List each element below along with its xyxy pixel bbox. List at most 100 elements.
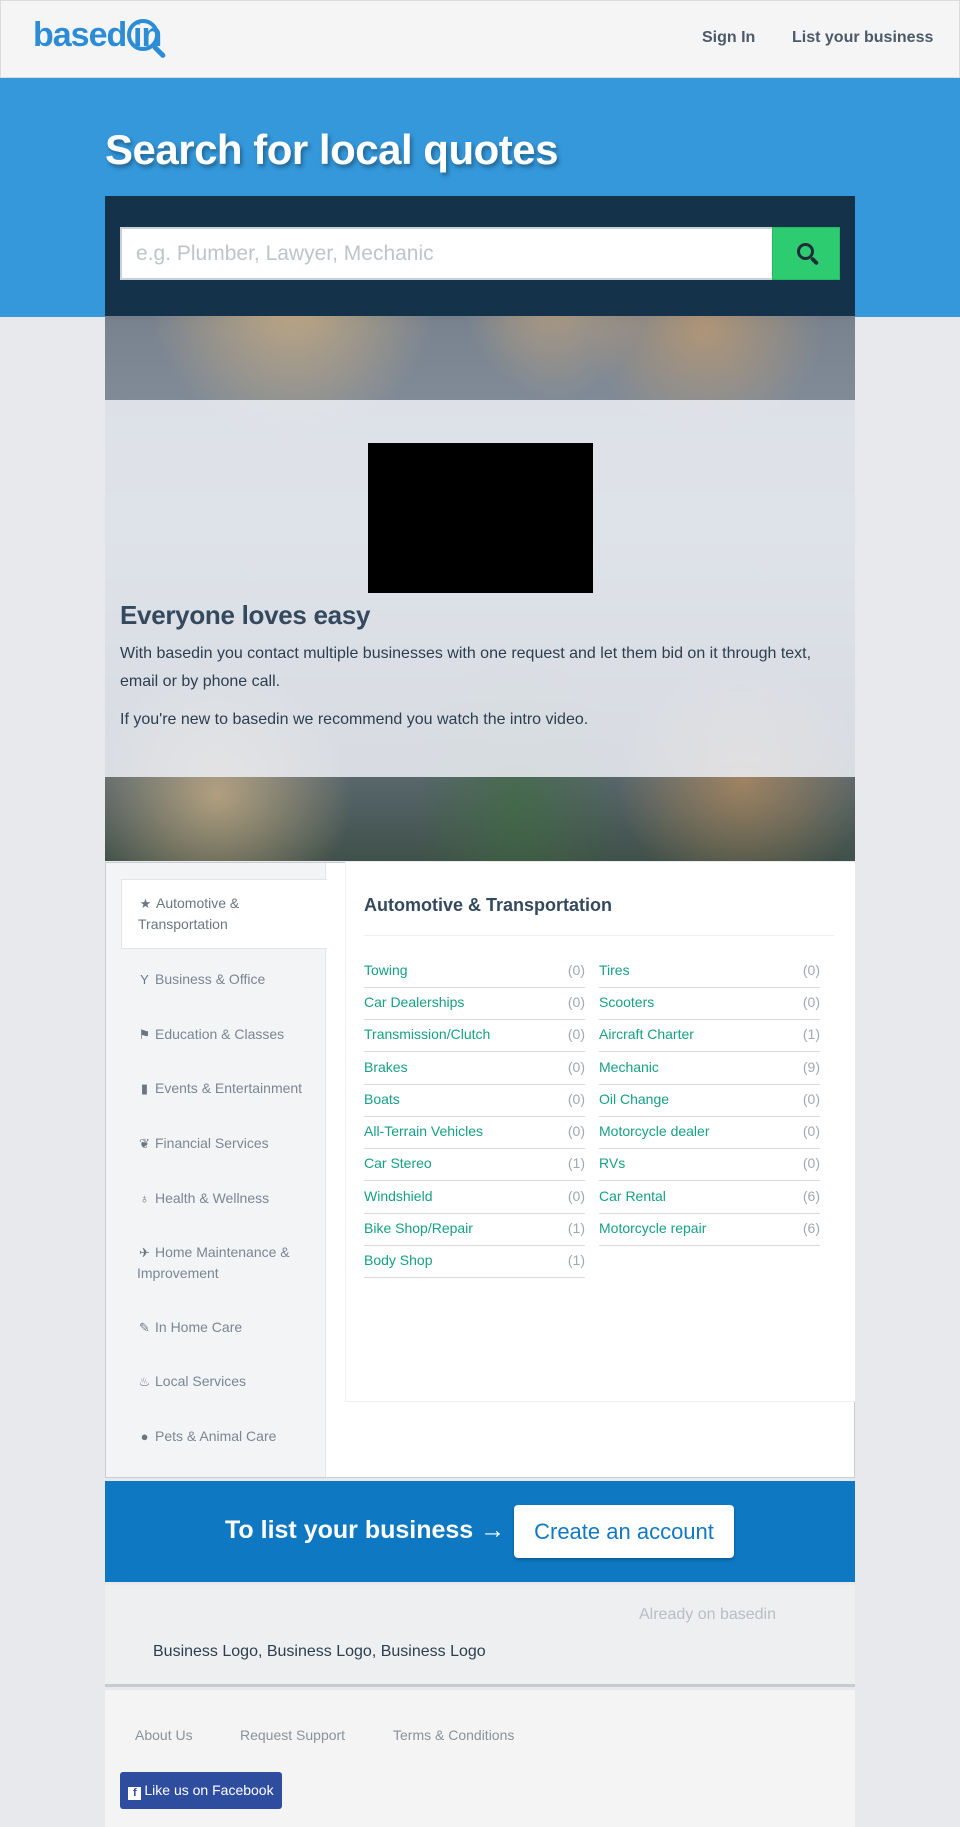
request-support-link[interactable]: Request Support [240, 1727, 345, 1743]
category-tab-label: Business & Office [155, 971, 266, 987]
wrench-icon: ✎ [139, 1320, 150, 1335]
facebook-like-button[interactable]: f Like us on Facebook [120, 1772, 282, 1809]
category-tab-label: Pets & Animal Care [155, 1428, 277, 1444]
category-tab-label: Financial Services [155, 1135, 269, 1151]
category-panel-title: Automotive & Transportation [364, 895, 613, 915]
category-tab-label: Automotive & Transportation [138, 895, 240, 932]
search-button[interactable] [772, 227, 840, 280]
already-on-label: Already on basedin [639, 1606, 776, 1623]
subcategory-link[interactable]: All-Terrain Vehicles (0) [364, 1117, 585, 1149]
facebook-icon: f [128, 1786, 142, 1800]
subcategory-count: (0) [802, 1123, 820, 1139]
subcategory-link[interactable]: Body Shop (1) [364, 1246, 585, 1278]
subcategory-link[interactable]: Transmission/Clutch (0) [364, 1020, 585, 1052]
logo-wordmark: based [33, 16, 127, 54]
category-tab-home-maintenance[interactable]: ✈ Home Maintenance & Improvement [120, 1242, 300, 1283]
subcategory-link[interactable]: Towing (0) [364, 956, 585, 988]
intro-title: Everyone loves easy [120, 600, 371, 630]
subcategory-link[interactable]: Car Rental (6) [599, 1182, 820, 1214]
subcategory-link[interactable]: Brakes (0) [364, 1053, 585, 1085]
subcategory-link[interactable]: Boats (0) [364, 1085, 585, 1117]
sign-in-link[interactable]: Sign In [702, 29, 755, 47]
glass-icon: Y [140, 972, 149, 987]
subcategory-count: (0) [567, 1188, 585, 1204]
search-icon-handle [809, 256, 820, 266]
subcategory-link[interactable]: Oil Change (0) [599, 1085, 820, 1117]
book-icon: ▮ [140, 1081, 149, 1096]
create-account-button[interactable]: Create an account [514, 1505, 734, 1558]
intro-paragraph: With basedin you contact multiple busine… [120, 645, 812, 690]
category-tab-business[interactable]: Y Business & Office [120, 969, 326, 990]
subcategory-count: (0) [802, 1091, 820, 1107]
subcategory-link[interactable]: Aircraft Charter (1) [599, 1020, 820, 1052]
subcategory-link[interactable]: Motorcycle repair (6) [599, 1214, 820, 1246]
subcategory-label: Car Dealerships [364, 994, 465, 1010]
subcategory-link[interactable]: RVs (0) [599, 1149, 820, 1181]
subcategory-label: Windshield [364, 1188, 433, 1204]
list-business-link[interactable]: List your business [792, 29, 933, 47]
subcategory-label: Boats [364, 1091, 400, 1107]
terms-link[interactable]: Terms & Conditions [393, 1727, 514, 1743]
category-tab-health[interactable]: ♁ Health & Wellness [120, 1188, 326, 1209]
category-tab-in-home-care[interactable]: ✎ In Home Care [120, 1317, 326, 1338]
intro-video[interactable] [368, 443, 593, 593]
category-tab-education[interactable]: ⚑ Education & Classes [120, 1024, 326, 1045]
flag-icon: ⚑ [138, 1027, 151, 1042]
subcategory-count: (0) [567, 1091, 585, 1107]
subcategory-label: Aircraft Charter [599, 1026, 694, 1042]
about-us-link[interactable]: About Us [135, 1727, 193, 1743]
intro-paragraph: If you're new to basedin we recommend yo… [120, 711, 589, 728]
subcategory-count: (6) [802, 1220, 820, 1236]
basedin-logo[interactable]: based in [33, 15, 173, 61]
subcategory-count: (0) [567, 994, 585, 1010]
subcategory-label: Mechanic [599, 1059, 659, 1075]
subcategory-count: (1) [567, 1155, 585, 1171]
category-tab-label: Home Maintenance & Improvement [137, 1244, 290, 1281]
subcategory-count: (0) [567, 1059, 585, 1075]
subcategory-link[interactable]: Bike Shop/Repair (1) [364, 1214, 585, 1246]
subcategory-label: Car Stereo [364, 1155, 432, 1171]
subcategory-label: All-Terrain Vehicles [364, 1123, 484, 1139]
subcategory-label: Towing [364, 962, 408, 978]
list-business-text: To list your business → [225, 1516, 506, 1544]
subcategory-count: (6) [802, 1188, 820, 1204]
category-tab-label: Health & Wellness [155, 1190, 270, 1206]
subcategory-link[interactable]: Motorcycle dealer (0) [599, 1117, 820, 1149]
category-tab-label: Local Services [155, 1373, 247, 1389]
subcategory-label: Bike Shop/Repair [364, 1220, 473, 1236]
stethoscope-icon: ♁ [139, 1191, 150, 1206]
facebook-like-label: Like us on Facebook [144, 1781, 274, 1798]
category-tab-pets[interactable]: ● Pets & Animal Care [120, 1426, 326, 1447]
category-tab-label: Education & Classes [155, 1026, 285, 1042]
subcategory-label: Motorcycle repair [599, 1220, 707, 1236]
hero-title: Search for local quotes [105, 126, 558, 173]
category-tab-label: Events & Entertainment [155, 1080, 303, 1096]
subcategory-label: Oil Change [599, 1091, 670, 1107]
subcategory-label: Tires [599, 962, 630, 978]
search-input[interactable] [120, 227, 772, 280]
subcategory-link[interactable]: Car Dealerships (0) [364, 988, 585, 1020]
subcategory-link[interactable]: Windshield (0) [364, 1182, 585, 1214]
subcategory-label: Motorcycle dealer [599, 1123, 710, 1139]
category-tab-financial[interactable]: ❦ Financial Services [120, 1133, 326, 1154]
subcategory-link[interactable]: Tires (0) [599, 956, 820, 988]
category-tab-automotive[interactable]: ★ Automotive & Transportation [121, 879, 327, 949]
subcategory-link[interactable]: Car Stereo (1) [364, 1149, 585, 1181]
subcategory-count: (0) [802, 1155, 820, 1171]
divider [364, 935, 834, 936]
subcategory-link[interactable]: Mechanic (9) [599, 1053, 820, 1085]
top-navbar: based in Sign In List your business [0, 0, 960, 78]
star-icon: ★ [139, 896, 152, 911]
subcategory-link[interactable]: Scooters (0) [599, 988, 820, 1020]
leaf-icon: ❦ [139, 1136, 150, 1151]
subcategory-count: (0) [802, 962, 820, 978]
category-tab-events[interactable]: ▮ Events & Entertainment [120, 1078, 326, 1099]
subcategory-label: Body Shop [364, 1252, 433, 1268]
plane-icon: ✈ [139, 1245, 150, 1260]
subcategory-count: (1) [567, 1220, 585, 1236]
business-logos: Business Logo, Business Logo, Business L… [153, 1643, 486, 1660]
subcategory-label: Transmission/Clutch [364, 1026, 491, 1042]
category-tab-label: In Home Care [155, 1319, 243, 1335]
subcategory-count: (0) [567, 1026, 585, 1042]
category-tab-local-services[interactable]: ♨ Local Services [120, 1371, 326, 1392]
